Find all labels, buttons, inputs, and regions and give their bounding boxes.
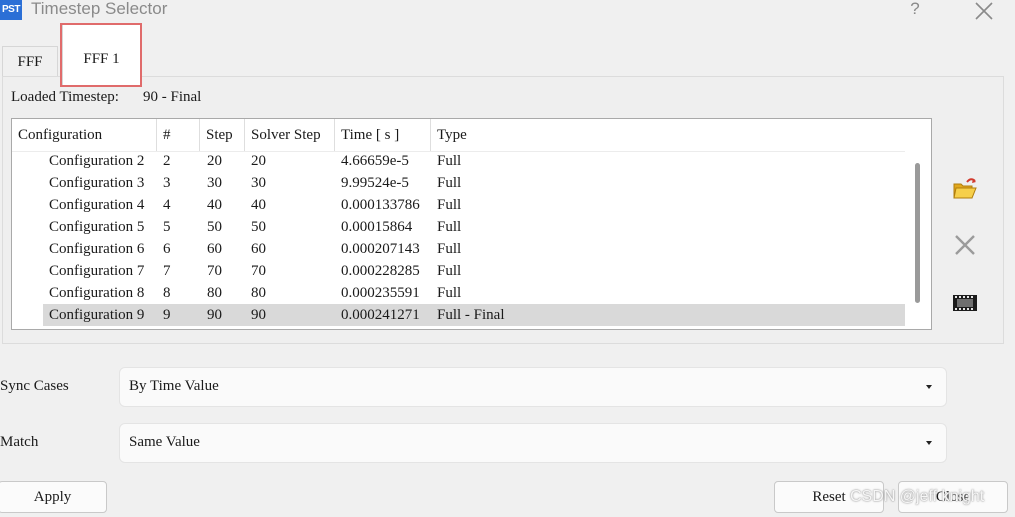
delete-x-icon[interactable] bbox=[952, 232, 978, 258]
cell-solver-step: 80 bbox=[251, 285, 266, 301]
table-row[interactable]: Configuration 7 7 70 70 0.000228285 Full bbox=[12, 260, 905, 282]
window-title: Timestep Selector bbox=[31, 0, 168, 18]
tab-fff-1[interactable]: FFF 1 bbox=[62, 24, 141, 86]
loaded-timestep-value: 90 - Final bbox=[143, 89, 202, 105]
table-row[interactable]: Configuration 9 9 90 90 0.000241271 Full - Fi… bbox=[43, 304, 905, 326]
cell-configuration: Configuration 5 bbox=[49, 219, 145, 235]
match-label: Match bbox=[0, 434, 39, 450]
timestep-table: Configuration # Step Solver Step Time [ … bbox=[11, 118, 932, 330]
cell-time: 0.000241271 bbox=[341, 307, 420, 323]
cell-type: Full bbox=[437, 153, 462, 169]
cell-step: 70 bbox=[207, 263, 222, 279]
cell-type: Full bbox=[437, 219, 462, 235]
apply-button[interactable]: Apply bbox=[0, 481, 107, 513]
cell-number: 7 bbox=[163, 263, 171, 279]
table-row[interactable]: Configuration 4 4 40 40 0.000133786 Full bbox=[12, 194, 905, 216]
table-row[interactable]: Configuration 8 8 80 80 0.000235591 Full bbox=[12, 282, 905, 304]
column-header-time[interactable]: Time [ s ] bbox=[335, 119, 431, 151]
open-folder-icon[interactable] bbox=[952, 176, 978, 202]
cell-solver-step: 70 bbox=[251, 263, 266, 279]
column-header-solver-step[interactable]: Solver Step bbox=[245, 119, 335, 151]
match-dropdown[interactable]: Same Value bbox=[119, 423, 947, 463]
cell-configuration: Configuration 9 bbox=[49, 307, 145, 323]
cell-number: 2 bbox=[163, 153, 171, 169]
cell-type: Full bbox=[437, 197, 462, 213]
loaded-timestep-label: Loaded Timestep: bbox=[11, 89, 119, 105]
cell-step: 60 bbox=[207, 241, 222, 257]
match-value: Same Value bbox=[129, 434, 200, 450]
cell-time: 0.000228285 bbox=[341, 263, 420, 279]
close-window-icon[interactable] bbox=[973, 2, 995, 20]
title-bar: PST Timestep Selector ? bbox=[0, 0, 1015, 22]
cell-type: Full bbox=[437, 241, 462, 257]
chevron-down-icon bbox=[926, 385, 932, 389]
sync-cases-dropdown[interactable]: By Time Value bbox=[119, 367, 947, 407]
cell-configuration: Configuration 3 bbox=[49, 175, 145, 191]
cell-configuration: Configuration 6 bbox=[49, 241, 145, 257]
cell-step: 50 bbox=[207, 219, 222, 235]
cell-solver-step: 90 bbox=[251, 307, 266, 323]
cell-type: Full bbox=[437, 263, 462, 279]
cell-number: 5 bbox=[163, 219, 171, 235]
table-row[interactable]: Configuration 3 3 30 30 9.99524e-5 Full bbox=[12, 172, 905, 194]
cell-type: Full bbox=[437, 285, 462, 301]
reset-button[interactable]: Reset bbox=[774, 481, 884, 513]
chevron-down-icon bbox=[926, 441, 932, 445]
close-button[interactable]: Close bbox=[898, 481, 1008, 513]
cell-configuration: Configuration 4 bbox=[49, 197, 145, 213]
table-row[interactable]: Configuration 2 2 20 20 4.66659e-5 Full bbox=[12, 150, 905, 172]
cell-type: Full bbox=[437, 175, 462, 191]
cell-step: 90 bbox=[207, 307, 222, 323]
column-header-configuration[interactable]: Configuration bbox=[12, 119, 157, 151]
cell-time: 9.99524e-5 bbox=[341, 175, 409, 191]
cell-time: 4.66659e-5 bbox=[341, 153, 409, 169]
table-row[interactable]: Configuration 5 5 50 50 0.00015864 Full bbox=[12, 216, 905, 238]
table-row[interactable]: Configuration 6 6 60 60 0.000207143 Full bbox=[12, 238, 905, 260]
cell-solver-step: 60 bbox=[251, 241, 266, 257]
sync-cases-value: By Time Value bbox=[129, 378, 219, 394]
cell-step: 40 bbox=[207, 197, 222, 213]
cell-number: 3 bbox=[163, 175, 171, 191]
cell-step: 80 bbox=[207, 285, 222, 301]
help-button[interactable]: ? bbox=[906, 0, 924, 21]
cell-time: 0.000133786 bbox=[341, 197, 420, 213]
film-strip-icon[interactable] bbox=[952, 290, 978, 316]
cell-step: 30 bbox=[207, 175, 222, 191]
cell-solver-step: 20 bbox=[251, 153, 266, 169]
cell-type: Full - Final bbox=[437, 307, 505, 323]
cell-number: 9 bbox=[163, 307, 171, 323]
scrollbar-thumb[interactable] bbox=[915, 163, 920, 303]
cell-step: 20 bbox=[207, 153, 222, 169]
column-header-step[interactable]: Step bbox=[200, 119, 245, 151]
app-icon: PST bbox=[0, 0, 22, 20]
tab-fff[interactable]: FFF bbox=[2, 46, 58, 76]
cell-configuration: Configuration 8 bbox=[49, 285, 145, 301]
sync-cases-label: Sync Cases bbox=[0, 378, 69, 394]
cell-configuration: Configuration 7 bbox=[49, 263, 145, 279]
cell-solver-step: 50 bbox=[251, 219, 266, 235]
column-header-number[interactable]: # bbox=[157, 119, 200, 151]
cell-number: 4 bbox=[163, 197, 171, 213]
cell-number: 6 bbox=[163, 241, 171, 257]
cell-solver-step: 30 bbox=[251, 175, 266, 191]
cell-time: 0.00015864 bbox=[341, 219, 413, 235]
cell-solver-step: 40 bbox=[251, 197, 266, 213]
cell-configuration: Configuration 2 bbox=[49, 153, 145, 169]
cell-number: 8 bbox=[163, 285, 171, 301]
cell-time: 0.000235591 bbox=[341, 285, 420, 301]
cell-time: 0.000207143 bbox=[341, 241, 420, 257]
column-header-type[interactable]: Type bbox=[431, 119, 905, 151]
